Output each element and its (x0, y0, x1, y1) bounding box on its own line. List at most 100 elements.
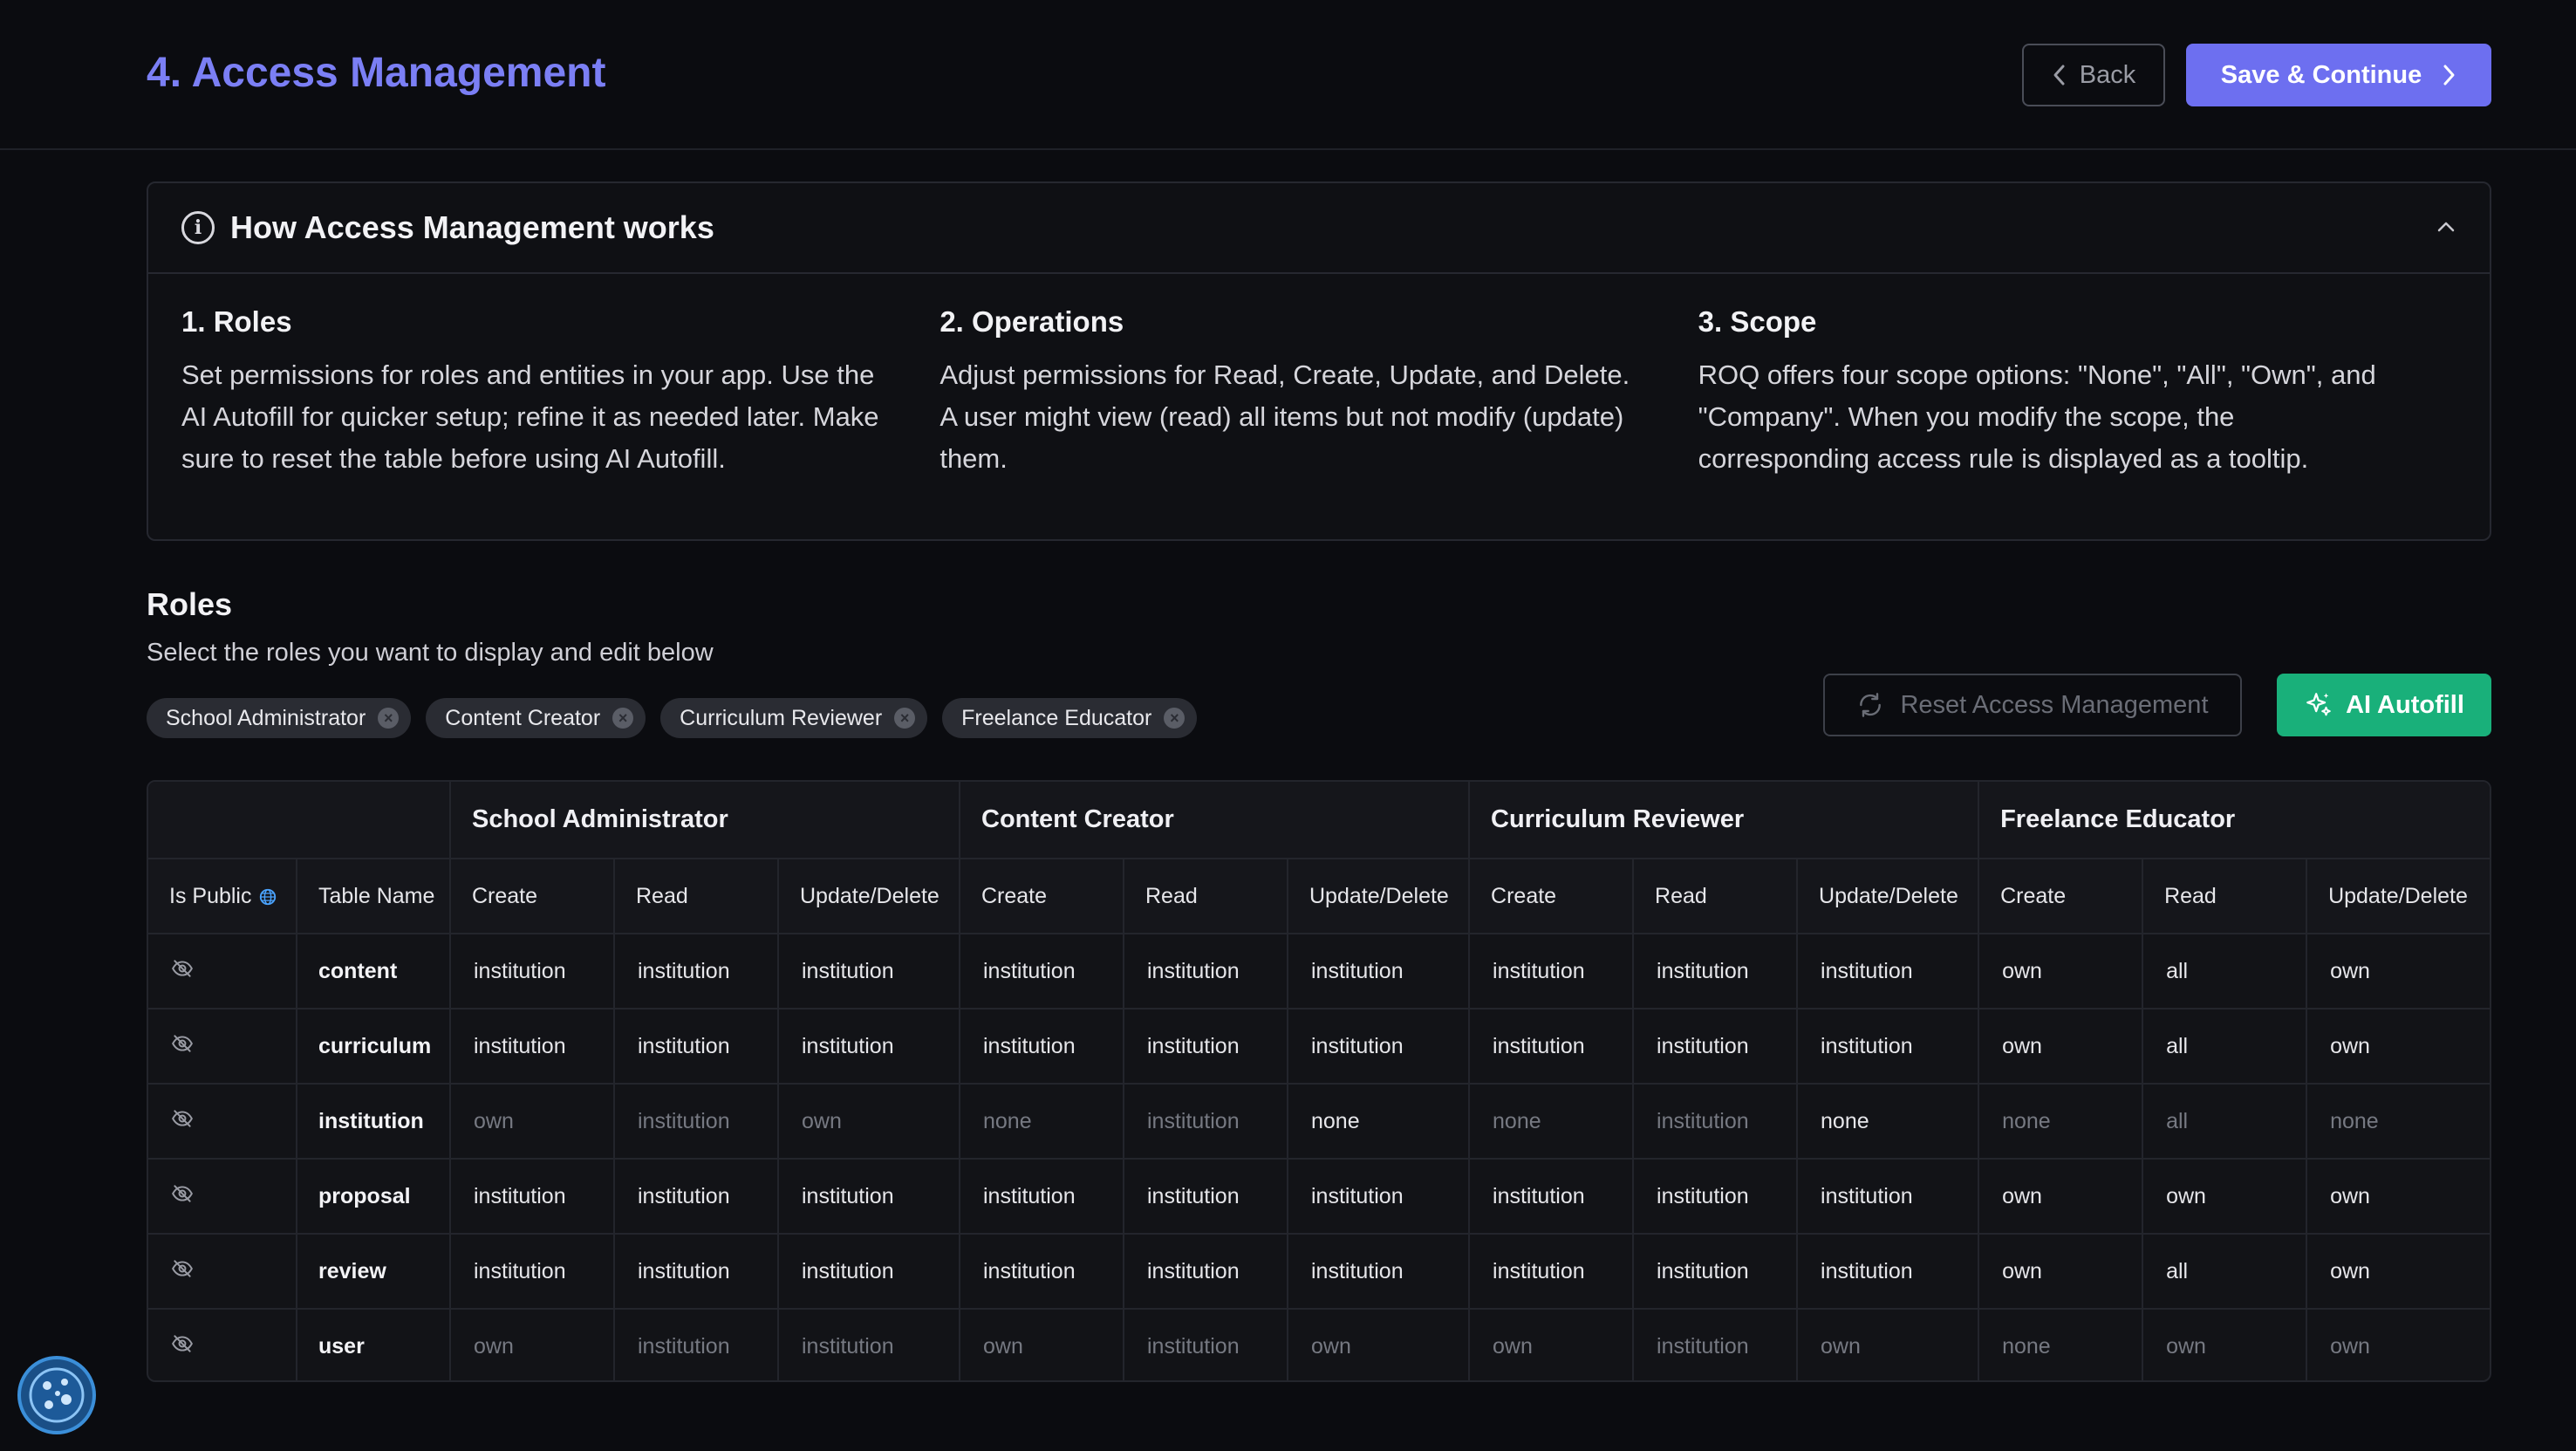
permission-scope-cell[interactable]: own (2142, 1159, 2308, 1235)
is-public-toggle[interactable] (148, 1084, 297, 1160)
is-public-toggle[interactable] (148, 1234, 297, 1310)
permission-scope-cell[interactable]: institution (778, 1234, 960, 1310)
permission-scope-cell[interactable]: none (2306, 1084, 2490, 1160)
permission-scope-cell[interactable]: institution (778, 1309, 960, 1380)
permission-scope-cell[interactable]: none (1978, 1309, 2144, 1380)
reset-access-management-button[interactable]: Reset Access Management (1823, 674, 2242, 736)
role-chip[interactable]: Curriculum Reviewer × (660, 698, 928, 738)
permission-scope-cell[interactable]: institution (450, 1159, 615, 1235)
permission-scope-cell[interactable]: own (2306, 1159, 2490, 1235)
permission-scope-cell[interactable]: own (450, 1309, 615, 1380)
permission-scope-cell[interactable]: institution (1124, 1009, 1288, 1085)
info-column-operations: 2. Operations Adjust permissions for Rea… (940, 305, 1698, 480)
permission-scope-cell[interactable]: institution (1633, 934, 1799, 1010)
permission-scope-cell[interactable]: institution (450, 1009, 615, 1085)
permission-scope-cell[interactable]: own (1978, 934, 2144, 1010)
info-panel-header[interactable]: i How Access Management works (148, 183, 2490, 274)
permission-scope-cell[interactable]: institution (960, 1009, 1124, 1085)
globe-icon (260, 888, 277, 905)
back-button-label: Back (2079, 60, 2136, 89)
permission-scope-cell[interactable]: none (1288, 1084, 1471, 1160)
is-public-toggle[interactable] (148, 1009, 297, 1085)
save-continue-button[interactable]: Save & Continue (2186, 44, 2491, 106)
floating-assistant-button[interactable] (17, 1356, 96, 1434)
permission-scope-cell[interactable]: institution (1288, 1009, 1471, 1085)
close-icon[interactable]: × (1164, 708, 1186, 729)
permission-scope-cell[interactable]: institution (450, 934, 615, 1010)
permission-scope-cell[interactable]: own (1288, 1309, 1471, 1380)
permission-scope-cell[interactable]: own (1978, 1234, 2144, 1310)
permission-scope-cell[interactable]: own (2306, 1009, 2490, 1085)
permission-scope-cell[interactable]: all (2142, 1234, 2308, 1310)
permission-scope-cell[interactable]: institution (1124, 1084, 1288, 1160)
permission-scope-cell[interactable]: institution (1288, 934, 1471, 1010)
permission-scope-cell[interactable]: none (1797, 1084, 1980, 1160)
permission-scope-cell[interactable]: institution (1633, 1009, 1799, 1085)
permission-scope-cell[interactable]: institution (960, 1234, 1124, 1310)
close-icon[interactable]: × (894, 708, 916, 729)
permission-scope-cell[interactable]: institution (1124, 1159, 1288, 1235)
permission-scope-cell[interactable]: institution (1797, 1009, 1980, 1085)
permission-scope-cell[interactable]: institution (1469, 1234, 1635, 1310)
permission-scope-cell[interactable]: own (1978, 1009, 2144, 1085)
permission-scope-cell[interactable]: own (1978, 1159, 2144, 1235)
permission-scope-cell[interactable]: institution (1633, 1084, 1799, 1160)
permission-scope-cell[interactable]: none (1469, 1084, 1635, 1160)
permission-scope-cell[interactable]: institution (614, 934, 779, 1010)
permission-scope-cell[interactable]: institution (1469, 1009, 1635, 1085)
role-chip[interactable]: School Administrator × (147, 698, 412, 738)
permission-scope-cell[interactable]: institution (778, 1009, 960, 1085)
permission-scope-cell[interactable]: own (2306, 1234, 2490, 1310)
permission-scope-cell[interactable]: own (2306, 1309, 2490, 1380)
permission-scope-cell[interactable]: institution (778, 1159, 960, 1235)
permission-scope-cell[interactable]: institution (1469, 1159, 1635, 1235)
permission-scope-cell[interactable]: institution (614, 1084, 779, 1160)
permission-scope-cell[interactable]: institution (1124, 1309, 1288, 1380)
permission-scope-cell[interactable]: institution (960, 934, 1124, 1010)
is-public-toggle[interactable] (148, 1159, 297, 1235)
back-button[interactable]: Back (2022, 44, 2165, 106)
permission-scope-cell[interactable]: institution (1797, 934, 1980, 1010)
permission-scope-cell[interactable]: own (1469, 1309, 1635, 1380)
role-chip[interactable]: Content Creator × (426, 698, 646, 738)
permission-scope-cell[interactable]: institution (1288, 1234, 1471, 1310)
permission-scope-cell[interactable]: institution (1797, 1234, 1980, 1310)
permission-scope-cell[interactable]: institution (614, 1234, 779, 1310)
permission-scope-cell[interactable]: institution (1288, 1159, 1471, 1235)
chevron-up-icon[interactable] (2436, 216, 2456, 237)
permission-scope-cell[interactable]: own (2142, 1309, 2308, 1380)
permission-scope-cell[interactable]: institution (614, 1309, 779, 1380)
permission-scope-cell[interactable]: institution (1633, 1159, 1799, 1235)
permission-scope-cell[interactable]: institution (960, 1159, 1124, 1235)
permission-scope-cell[interactable]: institution (450, 1234, 615, 1310)
permission-scope-cell[interactable]: institution (1124, 934, 1288, 1010)
role-chip[interactable]: Freelance Educator × (942, 698, 1198, 738)
close-icon[interactable]: × (612, 708, 634, 729)
cookie-icon (29, 1367, 85, 1423)
empty-header-cell (148, 782, 451, 859)
is-public-toggle[interactable] (148, 1309, 297, 1380)
permission-scope-cell[interactable]: institution (1469, 934, 1635, 1010)
permission-scope-cell[interactable]: institution (778, 934, 960, 1010)
permission-scope-cell[interactable]: none (1978, 1084, 2144, 1160)
permission-scope-cell[interactable]: all (2142, 934, 2308, 1010)
permission-scope-cell[interactable]: own (778, 1084, 960, 1160)
permission-scope-cell[interactable]: none (960, 1084, 1124, 1160)
access-table: School Administrator Content Creator Cur… (147, 780, 2491, 1382)
permission-scope-cell[interactable]: institution (1633, 1234, 1799, 1310)
permission-scope-cell[interactable]: all (2142, 1009, 2308, 1085)
ai-autofill-button[interactable]: AI Autofill (2277, 674, 2491, 736)
permission-scope-cell[interactable]: institution (614, 1009, 779, 1085)
permission-scope-cell[interactable]: institution (1633, 1309, 1799, 1380)
close-icon[interactable]: × (378, 708, 400, 729)
permission-scope-cell[interactable]: own (2306, 934, 2490, 1010)
permission-scope-cell[interactable]: own (1797, 1309, 1980, 1380)
permission-scope-cell[interactable]: institution (614, 1159, 779, 1235)
table-name-cell: user (297, 1309, 451, 1380)
permission-scope-cell[interactable]: own (960, 1309, 1124, 1380)
permission-scope-cell[interactable]: institution (1797, 1159, 1980, 1235)
permission-scope-cell[interactable]: institution (1124, 1234, 1288, 1310)
is-public-toggle[interactable] (148, 934, 297, 1010)
permission-scope-cell[interactable]: own (450, 1084, 615, 1160)
permission-scope-cell[interactable]: all (2142, 1084, 2308, 1160)
